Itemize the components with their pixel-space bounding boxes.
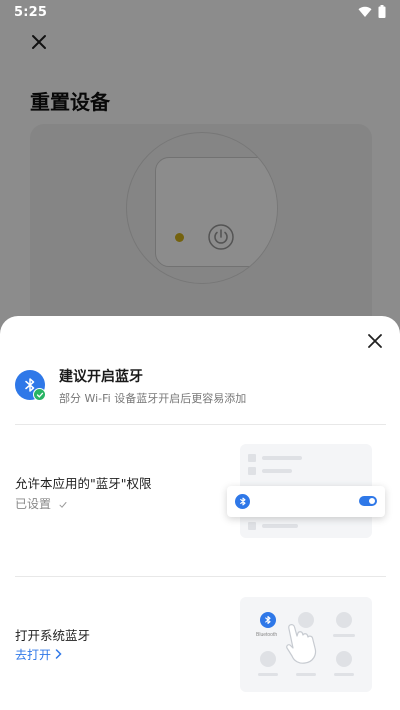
status-bar: 5:25 bbox=[0, 0, 400, 24]
bluetooth-icon bbox=[260, 612, 276, 628]
status-text: 已设置 bbox=[15, 497, 52, 511]
placeholder-bar bbox=[334, 673, 354, 676]
permission-step-label: 允许本应用的"蓝牙"权限 bbox=[15, 476, 152, 491]
divider bbox=[15, 576, 386, 577]
placeholder-row bbox=[248, 522, 298, 530]
permission-toggle-card bbox=[227, 486, 385, 517]
placeholder-tile bbox=[336, 651, 352, 667]
toggle-switch bbox=[359, 496, 377, 506]
placeholder-row bbox=[248, 454, 302, 462]
bluetooth-icon bbox=[235, 494, 250, 509]
pointing-hand-icon bbox=[280, 621, 326, 667]
check-badge-icon bbox=[33, 388, 46, 401]
open-bluetooth-label: 去打开 bbox=[15, 648, 52, 662]
status-icons bbox=[358, 3, 386, 22]
placeholder-tile bbox=[260, 651, 276, 667]
battery-icon bbox=[378, 3, 386, 22]
system-bluetooth-illustration: Bluetooth bbox=[240, 597, 372, 692]
sheet-title: 建议开启蓝牙 bbox=[59, 369, 143, 385]
placeholder-tile bbox=[336, 612, 352, 628]
bluetooth-tile-label: Bluetooth bbox=[256, 632, 278, 638]
wifi-icon bbox=[358, 3, 372, 22]
open-bluetooth-link[interactable]: 去打开 bbox=[15, 646, 62, 663]
sheet-subtitle: 部分 Wi-Fi 设备蓝牙开启后更容易添加 bbox=[59, 392, 247, 405]
placeholder-bar bbox=[296, 673, 316, 676]
status-time: 5:25 bbox=[14, 4, 48, 20]
check-icon bbox=[59, 498, 67, 512]
close-icon[interactable] bbox=[364, 330, 386, 352]
placeholder-bar bbox=[258, 673, 278, 676]
system-bluetooth-step-label: 打开系统蓝牙 bbox=[15, 628, 91, 643]
chevron-right-icon bbox=[55, 648, 62, 662]
placeholder-bar bbox=[333, 634, 355, 637]
divider bbox=[15, 424, 386, 425]
permission-step-status: 已设置 bbox=[15, 495, 67, 512]
bluetooth-suggestion-sheet: 建议开启蓝牙 部分 Wi-Fi 设备蓝牙开启后更容易添加 允许本应用的"蓝牙"权… bbox=[0, 316, 400, 710]
placeholder-row bbox=[248, 467, 292, 475]
